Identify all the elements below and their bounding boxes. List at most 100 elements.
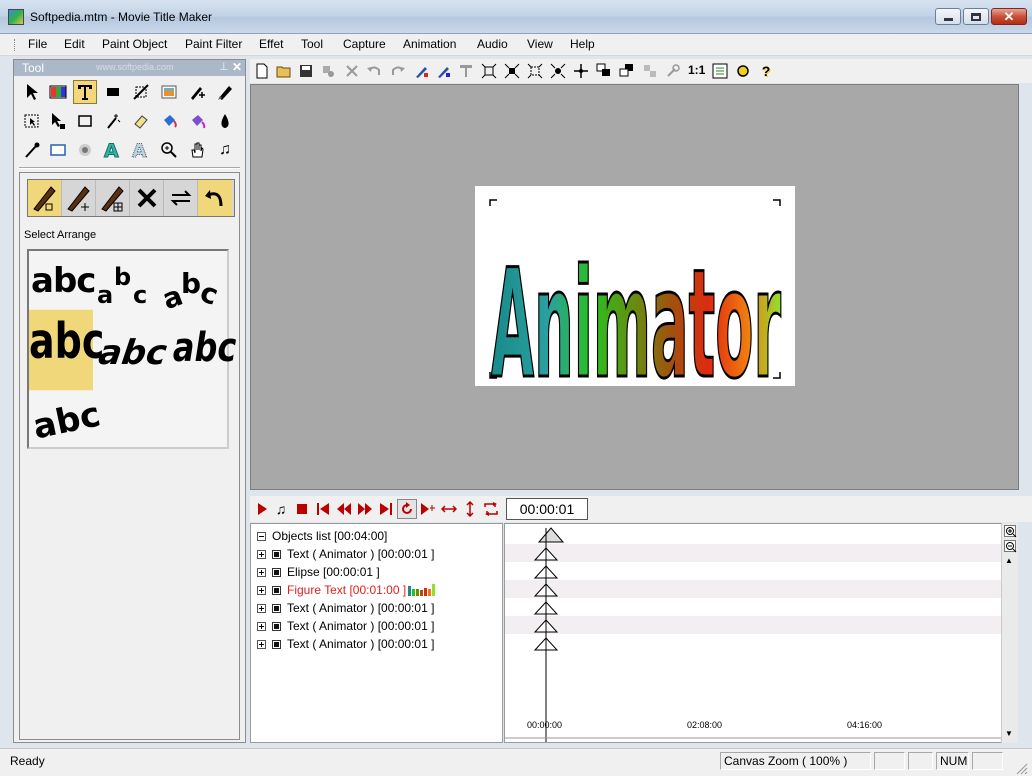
rectangle-tool[interactable] [73, 109, 97, 133]
arrange-style-rotate[interactable]: abc [30, 394, 104, 447]
arrange-pen-grid-button[interactable] [96, 180, 130, 216]
arrange-style-wave[interactable]: a b c [97, 259, 157, 309]
select-arrow-tool[interactable] [20, 80, 44, 104]
text-pattern-tool[interactable]: A [129, 138, 153, 162]
image-tool[interactable] [157, 80, 181, 104]
menu-audio[interactable]: Audio [477, 37, 508, 51]
resize-grip-icon[interactable] [1016, 763, 1028, 775]
arrange-style-arc[interactable]: a b c [158, 263, 227, 316]
stop-button[interactable] [292, 499, 312, 519]
go-end-button[interactable] [376, 499, 396, 519]
arrange-style-italic[interactable]: abc [96, 333, 169, 373]
blur-tool[interactable] [73, 138, 97, 162]
drop-tool[interactable] [213, 109, 237, 133]
rewind-button[interactable] [334, 499, 354, 519]
arrange-pen-add-button[interactable] [62, 180, 96, 216]
canvas-text-art[interactable]: Animator [475, 186, 795, 386]
stretch-horizontal-button[interactable] [439, 499, 459, 519]
pen-blue-button[interactable] [434, 61, 454, 81]
menu-tool[interactable]: Tool [301, 37, 323, 51]
minimize-button[interactable] [935, 8, 961, 25]
arrange-style-bulge[interactable]: abc [173, 325, 236, 371]
new-file-button[interactable] [252, 61, 272, 81]
eyedropper-tool[interactable] [20, 138, 44, 162]
save-button[interactable] [296, 61, 316, 81]
arrange-style-straight[interactable]: abc [31, 261, 96, 301]
arrange-style-tall[interactable]: abc [29, 309, 104, 391]
expand-icon[interactable] [257, 567, 266, 577]
zoom-in-timeline-button[interactable] [1004, 525, 1017, 538]
object-row[interactable]: Text ( Animator ) [00:00:01 ] [257, 599, 434, 617]
timeline-scrollbar[interactable]: ▲ ▼ [1001, 523, 1018, 743]
zoom-tool[interactable] [157, 138, 181, 162]
send-back-button[interactable] [617, 61, 637, 81]
fast-forward-button[interactable] [355, 499, 375, 519]
object-row[interactable]: Text ( Animator ) [00:00:01 ] [257, 545, 434, 563]
menu-view[interactable]: View [527, 37, 553, 51]
center-button[interactable] [571, 61, 591, 81]
objects-list-root[interactable]: Objects list [00:04:00] [257, 527, 387, 545]
zoom-one-to-one-button[interactable]: 1:1 [688, 63, 705, 77]
current-time-display[interactable]: 00:00:01 [506, 498, 588, 520]
expand-icon[interactable] [257, 549, 266, 559]
pen-red-button[interactable] [412, 61, 432, 81]
menu-paint-object[interactable]: Paint Object [102, 37, 167, 51]
expand-icon[interactable] [257, 603, 266, 613]
align-button-3[interactable] [525, 61, 545, 81]
zoom-out-timeline-button[interactable] [1004, 540, 1017, 553]
audio-tool[interactable]: ♫ [213, 138, 237, 162]
tools-button[interactable] [663, 61, 683, 81]
undo-button[interactable] [364, 61, 384, 81]
text-tool[interactable] [73, 80, 97, 104]
object-row-selected[interactable]: Figure Text [00:01:00 ] [257, 581, 438, 599]
gradient-fill-tool[interactable] [185, 109, 209, 133]
loop-button[interactable] [397, 499, 417, 519]
expand-icon[interactable] [257, 585, 266, 595]
timeline-keyframes[interactable] [505, 524, 1001, 742]
menu-file[interactable]: File [28, 37, 47, 51]
menu-edit[interactable]: Edit [64, 37, 85, 51]
rectangle-fill-tool[interactable] [101, 80, 125, 104]
expand-icon[interactable] [257, 639, 266, 649]
scroll-down-arrow-icon[interactable]: ▼ [1005, 729, 1013, 738]
arrange-swap-button[interactable] [164, 180, 198, 216]
animator-text[interactable]: Animator [490, 237, 783, 387]
arrange-pen-point-button[interactable] [28, 180, 62, 216]
magic-wand-tool[interactable] [101, 109, 125, 133]
bring-front-button[interactable] [594, 61, 614, 81]
canvas-area[interactable]: Animator [250, 84, 1019, 490]
close-window-button[interactable]: ✕ [991, 8, 1027, 25]
eraser-tool[interactable] [129, 109, 153, 133]
menu-effet[interactable]: Effet [259, 37, 283, 51]
help-button[interactable]: ? [756, 61, 776, 81]
close-panel-icon[interactable]: ✕ [232, 60, 242, 74]
text-color-tool[interactable]: A [101, 138, 125, 162]
add-object-button[interactable] [318, 61, 338, 81]
hand-tool[interactable] [185, 138, 209, 162]
play-button[interactable] [252, 499, 272, 519]
node-select-tool[interactable] [46, 109, 70, 133]
maximize-button[interactable] [963, 8, 989, 25]
pen-add-tool[interactable] [185, 80, 209, 104]
align-button-4[interactable] [548, 61, 568, 81]
go-start-button[interactable] [313, 499, 333, 519]
preview-button[interactable] [733, 61, 753, 81]
color-palette-tool[interactable] [46, 80, 70, 104]
menu-help[interactable]: Help [570, 37, 595, 51]
redo-button[interactable] [388, 61, 408, 81]
open-file-button[interactable] [274, 61, 294, 81]
object-row[interactable]: Text ( Animator ) [00:00:01 ] [257, 635, 434, 653]
stretch-vertical-button[interactable] [460, 499, 480, 519]
expand-icon[interactable] [257, 621, 266, 631]
scroll-up-arrow-icon[interactable]: ▲ [1005, 556, 1013, 565]
pin-icon[interactable]: ⊥ [219, 60, 229, 73]
pen-edit-tool[interactable] [213, 80, 237, 104]
play-selection-button[interactable] [418, 499, 438, 519]
object-row[interactable]: Text ( Animator ) [00:00:01 ] [257, 617, 434, 635]
menu-paint-filter[interactable]: Paint Filter [185, 37, 242, 51]
crop-tool[interactable] [129, 80, 153, 104]
align-button-1[interactable] [479, 61, 499, 81]
repeat-button[interactable] [481, 499, 501, 519]
menu-animation[interactable]: Animation [403, 37, 456, 51]
group-button[interactable] [640, 61, 660, 81]
